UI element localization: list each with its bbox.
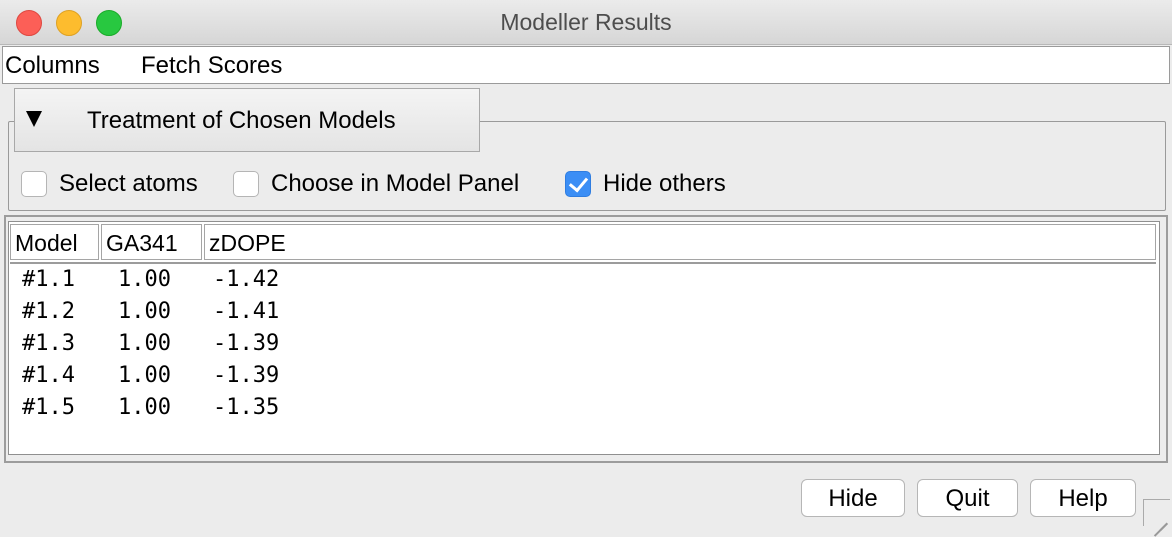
hide-others-checkbox[interactable] [565, 171, 591, 197]
choose-in-model-panel-checkbox[interactable] [233, 171, 259, 197]
cell-ga341: 1.00 [118, 363, 171, 388]
table-row[interactable]: #1.4 1.00 -1.39 [10, 363, 410, 395]
table-row[interactable]: #1.1 1.00 -1.42 [10, 267, 410, 299]
menu-bar: Columns Fetch Scores [2, 46, 1170, 84]
cell-model: #1.5 [22, 395, 75, 420]
title-bar: Modeller Results [0, 0, 1172, 45]
treatment-toggle[interactable]: Treatment of Chosen Models [14, 88, 480, 152]
help-button[interactable]: Help [1030, 479, 1136, 517]
cell-zdope: -1.42 [213, 267, 280, 292]
cell-ga341: 1.00 [118, 395, 171, 420]
column-header-ga341[interactable]: GA341 [101, 224, 202, 260]
treatment-title: Treatment of Chosen Models [87, 107, 396, 134]
window-title: Modeller Results [500, 9, 672, 35]
menu-fetch-scores[interactable]: Fetch Scores [141, 52, 282, 80]
cell-ga341: 1.00 [118, 331, 171, 356]
cell-model: #1.2 [22, 299, 75, 324]
column-header-zdope[interactable]: zDOPE [204, 224, 1156, 260]
cell-zdope: -1.39 [213, 363, 280, 388]
column-header-model[interactable]: Model [10, 224, 99, 260]
hide-others-label: Hide others [603, 170, 726, 197]
select-atoms-label: Select atoms [59, 170, 198, 197]
header-divider [10, 262, 1156, 264]
cell-zdope: -1.35 [213, 395, 280, 420]
cell-zdope: -1.41 [213, 299, 280, 324]
select-atoms-checkbox[interactable] [21, 171, 47, 197]
quit-button[interactable]: Quit [917, 479, 1018, 517]
table-row[interactable]: #1.2 1.00 -1.41 [10, 299, 410, 331]
resize-grip-icon[interactable] [1143, 499, 1170, 526]
cell-ga341: 1.00 [118, 267, 171, 292]
checkmark-icon [568, 172, 589, 193]
table-row[interactable]: #1.3 1.00 -1.39 [10, 331, 410, 363]
choose-in-model-panel-label: Choose in Model Panel [271, 170, 520, 197]
hide-button[interactable]: Hide [801, 479, 905, 517]
cell-zdope: -1.39 [213, 331, 280, 356]
cell-model: #1.4 [22, 363, 75, 388]
disclosure-triangle-icon [26, 111, 42, 127]
table-row[interactable]: #1.5 1.00 -1.35 [10, 395, 410, 427]
menu-columns[interactable]: Columns [5, 52, 100, 80]
cell-model: #1.1 [22, 267, 75, 292]
cell-ga341: 1.00 [118, 299, 171, 324]
cell-model: #1.3 [22, 331, 75, 356]
